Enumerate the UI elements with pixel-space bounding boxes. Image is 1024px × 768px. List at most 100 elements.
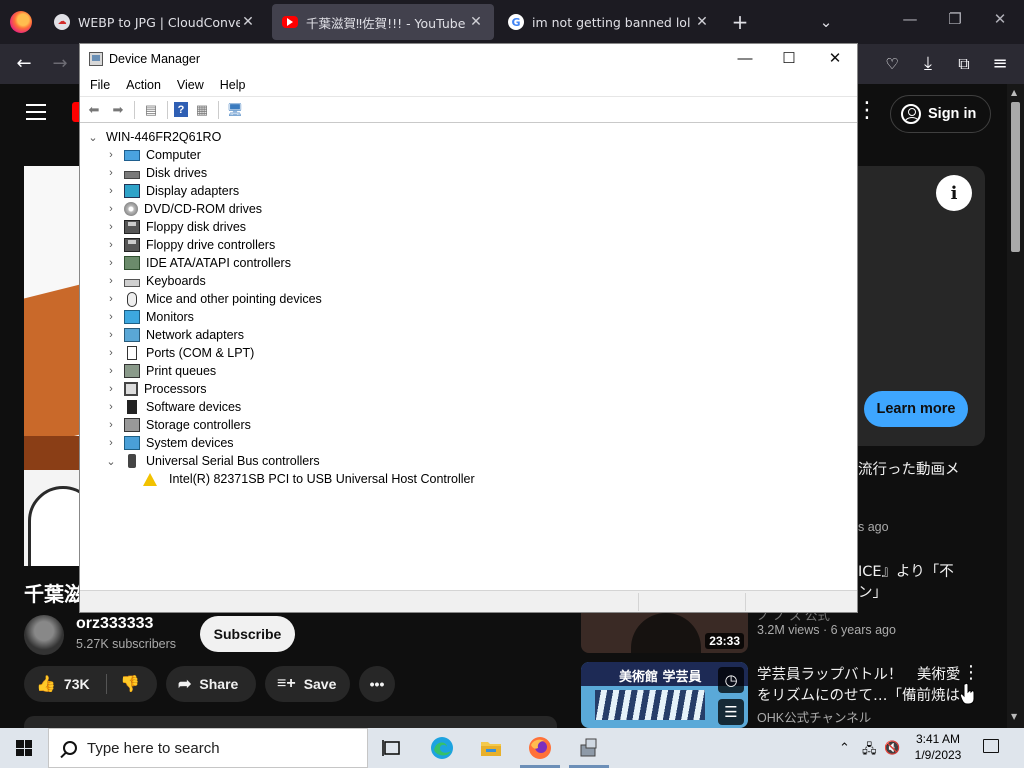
- tree-item-ports[interactable]: › Ports (COM & LPT): [104, 344, 254, 362]
- thumbs-down-icon[interactable]: 👎: [120, 674, 140, 694]
- app-menu-icon[interactable]: ≡: [986, 52, 1014, 76]
- recommendation-title[interactable]: 学芸員ラップバトル！ 美術愛: [757, 663, 960, 684]
- watch-later-icon[interactable]: ◷: [718, 667, 744, 693]
- new-tab-button[interactable]: +: [726, 10, 754, 34]
- pocket-icon[interactable]: ♡: [878, 52, 906, 76]
- extensions-icon[interactable]: ⧉: [950, 52, 978, 76]
- recommendation-thumbnail[interactable]: 23:33: [581, 613, 748, 653]
- edge-browser-icon[interactable]: [430, 736, 454, 760]
- tree-item-mice[interactable]: › Mice and other pointing devices: [104, 290, 322, 308]
- tree-item-usb-host-controller[interactable]: Intel(R) 82371SB PCI to USB Universal Ho…: [143, 470, 475, 488]
- tab-youtube[interactable]: 千葉滋賀‼佐賀!!! - YouTube ✕: [272, 4, 494, 40]
- sign-in-button[interactable]: Sign in: [890, 95, 991, 133]
- chevron-right-icon[interactable]: ›: [104, 418, 118, 432]
- recommendation-thumbnail[interactable]: 美術館 学芸員 ◷ ☰: [581, 662, 748, 728]
- device-manager-window[interactable]: Device Manager — ☐ ✕ File Action View He…: [79, 43, 858, 613]
- tree-root[interactable]: ⌄ WIN-446FR2Q61RO: [86, 128, 221, 146]
- system-clock[interactable]: 3:41 AM 1/9/2023: [902, 731, 974, 763]
- channel-name[interactable]: orz333333: [76, 615, 153, 633]
- scan-hardware-icon[interactable]: 🖥: [225, 101, 245, 119]
- scrollbar-thumb[interactable]: [1011, 102, 1020, 252]
- tree-item-computer[interactable]: › Computer: [104, 146, 201, 164]
- tab-close-icon[interactable]: ✕: [468, 14, 484, 30]
- tree-item-storage-controllers[interactable]: › Storage controllers: [104, 416, 251, 434]
- tree-item-disk-drives[interactable]: › Disk drives: [104, 164, 207, 182]
- chevron-right-icon[interactable]: ›: [104, 238, 118, 252]
- recommendation-title-line2[interactable]: をリズムにのせて…「備前焼は…: [757, 684, 975, 705]
- properties-icon[interactable]: ▦: [192, 101, 212, 119]
- learn-more-button[interactable]: Learn more: [864, 391, 968, 427]
- notification-center-icon[interactable]: [983, 739, 999, 753]
- chevron-right-icon[interactable]: ›: [104, 382, 118, 396]
- scroll-down-icon[interactable]: ▼: [1011, 712, 1017, 721]
- chevron-right-icon[interactable]: ›: [104, 256, 118, 270]
- back-arrow-icon[interactable]: ←: [10, 52, 38, 76]
- tree-item-ide-controllers[interactable]: › IDE ATA/ATAPI controllers: [104, 254, 291, 272]
- save-button[interactable]: ≡+ Save: [265, 666, 350, 702]
- firefox-taskbar-icon[interactable]: [528, 736, 552, 760]
- downloads-icon[interactable]: ⤓: [914, 52, 942, 76]
- tab-google[interactable]: G im not getting banned lol - Goo ✕: [498, 4, 720, 40]
- minimize-icon[interactable]: —: [723, 48, 767, 70]
- minimize-icon[interactable]: —: [896, 10, 924, 28]
- taskbar-search-box[interactable]: Type here to search: [48, 728, 368, 768]
- device-manager-taskbar-icon[interactable]: [577, 736, 601, 760]
- firefox-menu-icon[interactable]: [10, 11, 32, 33]
- list-all-tabs-icon[interactable]: ⌄: [812, 10, 840, 34]
- chevron-right-icon[interactable]: ›: [104, 364, 118, 378]
- tree-item-monitors[interactable]: › Monitors: [104, 308, 194, 326]
- task-view-icon[interactable]: [380, 736, 404, 760]
- share-button[interactable]: ➦ Share: [166, 666, 256, 702]
- chevron-right-icon[interactable]: ›: [104, 400, 118, 414]
- menu-view[interactable]: View: [169, 78, 212, 92]
- more-actions-button[interactable]: •••: [359, 666, 395, 702]
- thumbs-up-icon[interactable]: 👍: [36, 674, 56, 694]
- recommendation-title[interactable]: ICE』より「不: [858, 560, 954, 581]
- show-hidden-icons-chevron-icon[interactable]: ⌃: [839, 740, 850, 756]
- tree-item-keyboards[interactable]: › Keyboards: [104, 272, 206, 290]
- tree-item-network-adapters[interactable]: › Network adapters: [104, 326, 244, 344]
- menu-help[interactable]: Help: [212, 78, 254, 92]
- tree-item-print-queues[interactable]: › Print queues: [104, 362, 216, 380]
- tab-close-icon[interactable]: ✕: [240, 14, 256, 30]
- tree-item-floppy-controllers[interactable]: › Floppy drive controllers: [104, 236, 275, 254]
- file-explorer-icon[interactable]: [479, 736, 503, 760]
- menu-action[interactable]: Action: [118, 78, 169, 92]
- chevron-right-icon[interactable]: ›: [104, 436, 118, 450]
- ad-info-icon[interactable]: i: [936, 175, 972, 211]
- tree-item-software-devices[interactable]: › Software devices: [104, 398, 241, 416]
- chevron-down-icon[interactable]: ⌄: [86, 130, 100, 144]
- like-count[interactable]: 73K: [64, 676, 90, 692]
- chevron-right-icon[interactable]: ›: [104, 310, 118, 324]
- tree-item-processors[interactable]: › Processors: [104, 380, 207, 398]
- more-options-icon[interactable]: ⋮: [856, 98, 878, 123]
- recommendation-title-line2[interactable]: ン」: [858, 581, 887, 602]
- tree-item-dvd-drives[interactable]: › DVD/CD-ROM drives: [104, 200, 262, 218]
- close-icon[interactable]: ✕: [813, 48, 857, 70]
- chevron-right-icon[interactable]: ›: [104, 292, 118, 306]
- chevron-right-icon[interactable]: ›: [104, 148, 118, 162]
- description-panel[interactable]: [24, 716, 557, 728]
- chevron-right-icon[interactable]: ›: [104, 220, 118, 234]
- chevron-right-icon[interactable]: ›: [104, 202, 118, 216]
- chevron-right-icon[interactable]: ›: [104, 346, 118, 360]
- add-to-queue-icon[interactable]: ☰: [718, 699, 744, 725]
- chevron-right-icon[interactable]: ›: [104, 184, 118, 198]
- volume-muted-icon[interactable]: 🔇: [884, 740, 900, 756]
- page-scrollbar[interactable]: ▲ ▼: [1007, 84, 1024, 728]
- recommendation-menu-icon[interactable]: ⋮: [962, 662, 980, 683]
- chevron-right-icon[interactable]: ›: [104, 328, 118, 342]
- restore-icon[interactable]: ❐: [941, 10, 969, 28]
- show-hide-console-tree-icon[interactable]: ▤: [141, 101, 161, 119]
- tree-item-usb-controllers[interactable]: ⌄ Universal Serial Bus controllers: [104, 452, 320, 470]
- scroll-up-icon[interactable]: ▲: [1011, 88, 1017, 97]
- tab-close-icon[interactable]: ✕: [694, 14, 710, 30]
- back-icon[interactable]: ⬅: [84, 101, 104, 119]
- guide-menu-icon[interactable]: [26, 104, 46, 120]
- tree-item-floppy-disk-drives[interactable]: › Floppy disk drives: [104, 218, 246, 236]
- channel-avatar[interactable]: [24, 615, 64, 655]
- start-button[interactable]: [0, 728, 48, 768]
- menu-file[interactable]: File: [82, 78, 118, 92]
- subscribe-button[interactable]: Subscribe: [200, 616, 295, 652]
- network-status-icon[interactable]: 🖧: [862, 740, 877, 762]
